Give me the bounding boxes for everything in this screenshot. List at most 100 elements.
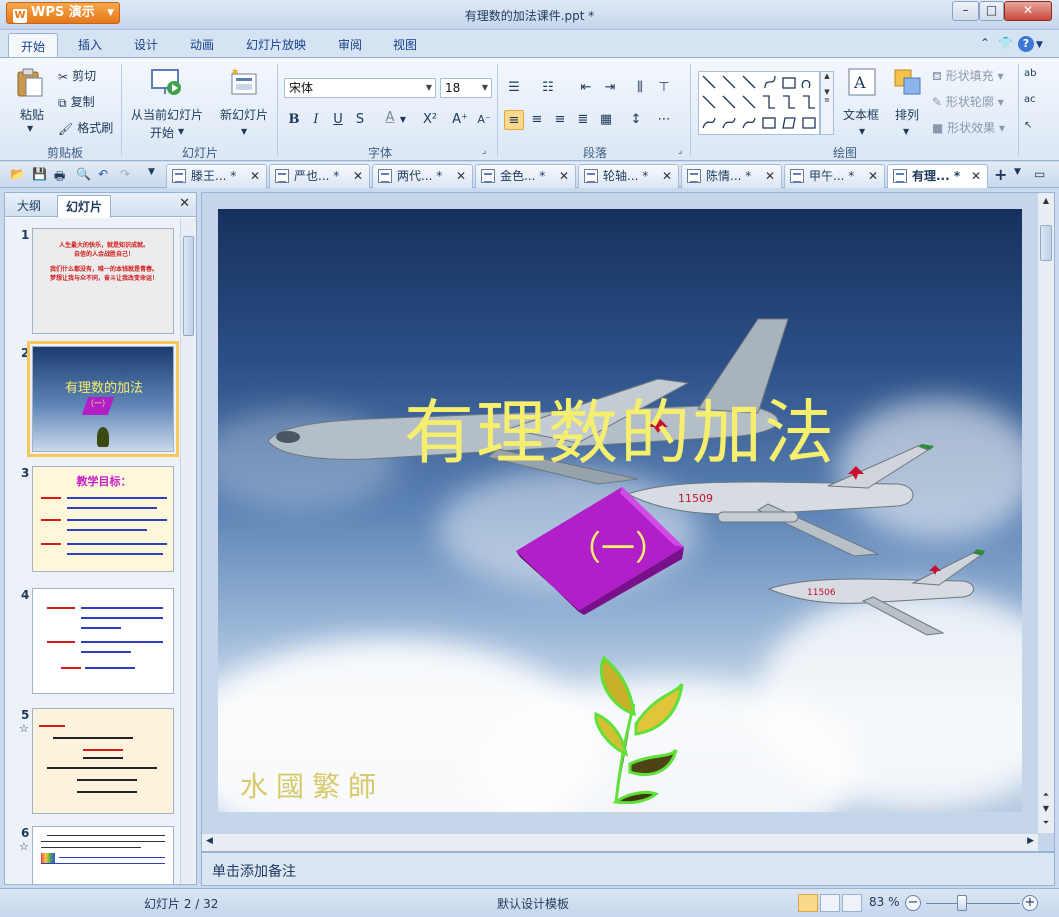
- textbox-dropdown-icon[interactable]: ▼: [859, 127, 865, 136]
- scroll-down-icon[interactable]: ▼: [1040, 803, 1052, 815]
- scroll-right-icon[interactable]: ▶: [1027, 836, 1034, 846]
- numbering-button[interactable]: ☷: [538, 78, 558, 98]
- arrange-dropdown-icon[interactable]: ▼: [903, 127, 909, 136]
- cut-button[interactable]: ✂ 剪切: [58, 66, 96, 86]
- textbox-button[interactable]: 文本框: [843, 106, 879, 123]
- print-icon[interactable]: 🖶: [54, 167, 70, 183]
- underline-button[interactable]: U: [328, 110, 348, 130]
- zoom-slider-knob[interactable]: [957, 895, 967, 911]
- open-folder-icon[interactable]: 📂: [10, 167, 26, 183]
- close-panel-icon[interactable]: ✕: [179, 196, 190, 211]
- arrange-icon[interactable]: [892, 66, 924, 98]
- replace-icon[interactable]: ac: [1024, 94, 1036, 105]
- zoom-out-button[interactable]: −: [905, 895, 921, 911]
- new-slide-dropdown-icon[interactable]: ▼: [241, 127, 247, 136]
- italic-button[interactable]: I: [306, 110, 326, 130]
- line-spacing-button[interactable]: ↕: [626, 110, 646, 130]
- minimize-button[interactable]: –: [952, 1, 979, 21]
- shape-gallery[interactable]: [698, 71, 820, 135]
- align-right-button[interactable]: ≡: [550, 110, 570, 130]
- tab-slideshow[interactable]: 幻灯片放映: [246, 36, 306, 53]
- font-size-combo[interactable]: 18 ▼: [440, 78, 492, 98]
- tab-insert[interactable]: 插入: [78, 36, 102, 53]
- doc-tab-active[interactable]: 有理... * ✕: [887, 164, 988, 188]
- normal-view-button[interactable]: [798, 894, 818, 912]
- distribute-button[interactable]: ▦: [596, 110, 616, 130]
- doc-tab[interactable]: 两代... * ✕: [372, 164, 473, 188]
- collapse-ribbon-icon[interactable]: ⌃: [980, 36, 990, 50]
- slide-thumbnail-4[interactable]: [32, 588, 174, 694]
- new-slide-icon[interactable]: ✶: [228, 66, 260, 98]
- design-template-name[interactable]: 默认设计模板: [497, 895, 569, 912]
- slide-thumbnail-3[interactable]: 教学目标：: [32, 466, 174, 572]
- close-tab-icon[interactable]: ✕: [662, 165, 672, 187]
- slide-canvas[interactable]: 11509 11506 有理数的加法 （一） 水國繁師: [218, 209, 1022, 812]
- slide-subtitle[interactable]: （一）: [558, 521, 678, 570]
- new-slide-button[interactable]: 新幻灯片: [220, 106, 268, 123]
- slide-thumbnail-2[interactable]: 有理数的加法 （一）: [27, 341, 179, 457]
- editor-vertical-scrollbar[interactable]: ▲ ⏶ ▼ ⏷: [1037, 193, 1054, 833]
- superscript-button[interactable]: X²: [420, 110, 440, 130]
- format-painter-button[interactable]: 🖌 格式刷: [58, 118, 113, 138]
- font-color-dropdown-icon[interactable]: ▼: [398, 110, 408, 130]
- play-dropdown-icon[interactable]: ▼: [178, 127, 184, 136]
- paragraph-dialog-launcher-icon[interactable]: ⌟: [678, 146, 682, 156]
- zoom-slider-track[interactable]: [926, 903, 1020, 904]
- paste-button[interactable]: 粘贴: [20, 106, 44, 123]
- shrink-font-button[interactable]: A⁻: [474, 110, 494, 130]
- font-dialog-launcher-icon[interactable]: ⌟: [482, 146, 486, 156]
- font-color-button[interactable]: A: [380, 108, 400, 128]
- columns-button[interactable]: ⋯: [654, 110, 674, 130]
- customize-toolbar-icon[interactable]: ▼: [148, 167, 164, 183]
- text-direction-button[interactable]: ⫼: [630, 78, 650, 98]
- justify-button[interactable]: ≣: [573, 110, 593, 130]
- slide-sorter-view-button[interactable]: [820, 894, 840, 912]
- doc-tab[interactable]: 轮轴... * ✕: [578, 164, 679, 188]
- textbox-icon[interactable]: A: [846, 66, 878, 98]
- print-preview-icon[interactable]: 🔍: [76, 167, 92, 183]
- editor-horizontal-scrollbar[interactable]: ◀ ▶: [202, 833, 1038, 851]
- play-from-current-line2[interactable]: 开始: [150, 124, 174, 141]
- tab-animation[interactable]: 动画: [190, 36, 214, 53]
- notes-placeholder[interactable]: 单击添加备注: [212, 861, 296, 881]
- prev-slide-icon[interactable]: ⏶: [1040, 789, 1052, 801]
- decrease-indent-button[interactable]: ⇤: [576, 78, 596, 98]
- bullets-button[interactable]: ☰: [504, 78, 524, 98]
- increase-indent-button[interactable]: ⇥: [600, 78, 620, 98]
- close-tab-icon[interactable]: ✕: [456, 165, 466, 187]
- slideshow-view-button[interactable]: [842, 894, 862, 912]
- scroll-left-icon[interactable]: ◀: [206, 836, 213, 846]
- close-tab-icon[interactable]: ✕: [765, 165, 775, 187]
- tab-design[interactable]: 设计: [134, 36, 158, 53]
- window-layout-icon[interactable]: ▭: [1034, 167, 1050, 183]
- find-icon[interactable]: ab: [1024, 68, 1036, 79]
- align-center-button[interactable]: ≡: [527, 110, 547, 130]
- skin-icon[interactable]: 👕: [998, 36, 1013, 50]
- close-tab-icon[interactable]: ✕: [250, 165, 260, 187]
- close-button[interactable]: ✕: [1004, 1, 1052, 21]
- grow-font-button[interactable]: A⁺: [450, 110, 470, 130]
- save-icon[interactable]: 💾: [32, 167, 48, 183]
- help-dropdown-icon[interactable]: ▼: [1036, 40, 1043, 50]
- next-slide-icon[interactable]: ⏷: [1040, 817, 1052, 829]
- close-tab-icon[interactable]: ✕: [353, 165, 363, 187]
- font-name-combo[interactable]: 宋体 ▼: [284, 78, 436, 98]
- slide-title[interactable]: 有理数的加法: [218, 377, 1022, 478]
- paste-icon[interactable]: [14, 66, 46, 98]
- doc-tab[interactable]: 金色... * ✕: [475, 164, 576, 188]
- play-from-current-button[interactable]: 从当前幻灯片: [131, 106, 203, 123]
- paste-dropdown-icon[interactable]: ▼: [27, 124, 33, 133]
- scroll-up-icon[interactable]: ▲: [1040, 195, 1052, 207]
- doc-tab[interactable]: 甲午... * ✕: [784, 164, 885, 188]
- tab-list-dropdown-icon[interactable]: ▼: [1014, 167, 1030, 183]
- zoom-in-button[interactable]: +: [1022, 895, 1038, 911]
- doc-tab[interactable]: 滕王... * ✕: [166, 164, 267, 188]
- doc-tab[interactable]: 严也... * ✕: [269, 164, 370, 188]
- undo-icon[interactable]: ↶: [98, 167, 114, 183]
- close-tab-icon[interactable]: ✕: [971, 165, 981, 187]
- shape-effect-button[interactable]: ■ 形状效果 ▾: [932, 118, 1005, 138]
- play-slide-icon[interactable]: [150, 66, 182, 98]
- doc-tab[interactable]: 陈情... * ✕: [681, 164, 782, 188]
- select-icon[interactable]: ↖: [1024, 120, 1032, 131]
- tab-review[interactable]: 审阅: [338, 36, 362, 53]
